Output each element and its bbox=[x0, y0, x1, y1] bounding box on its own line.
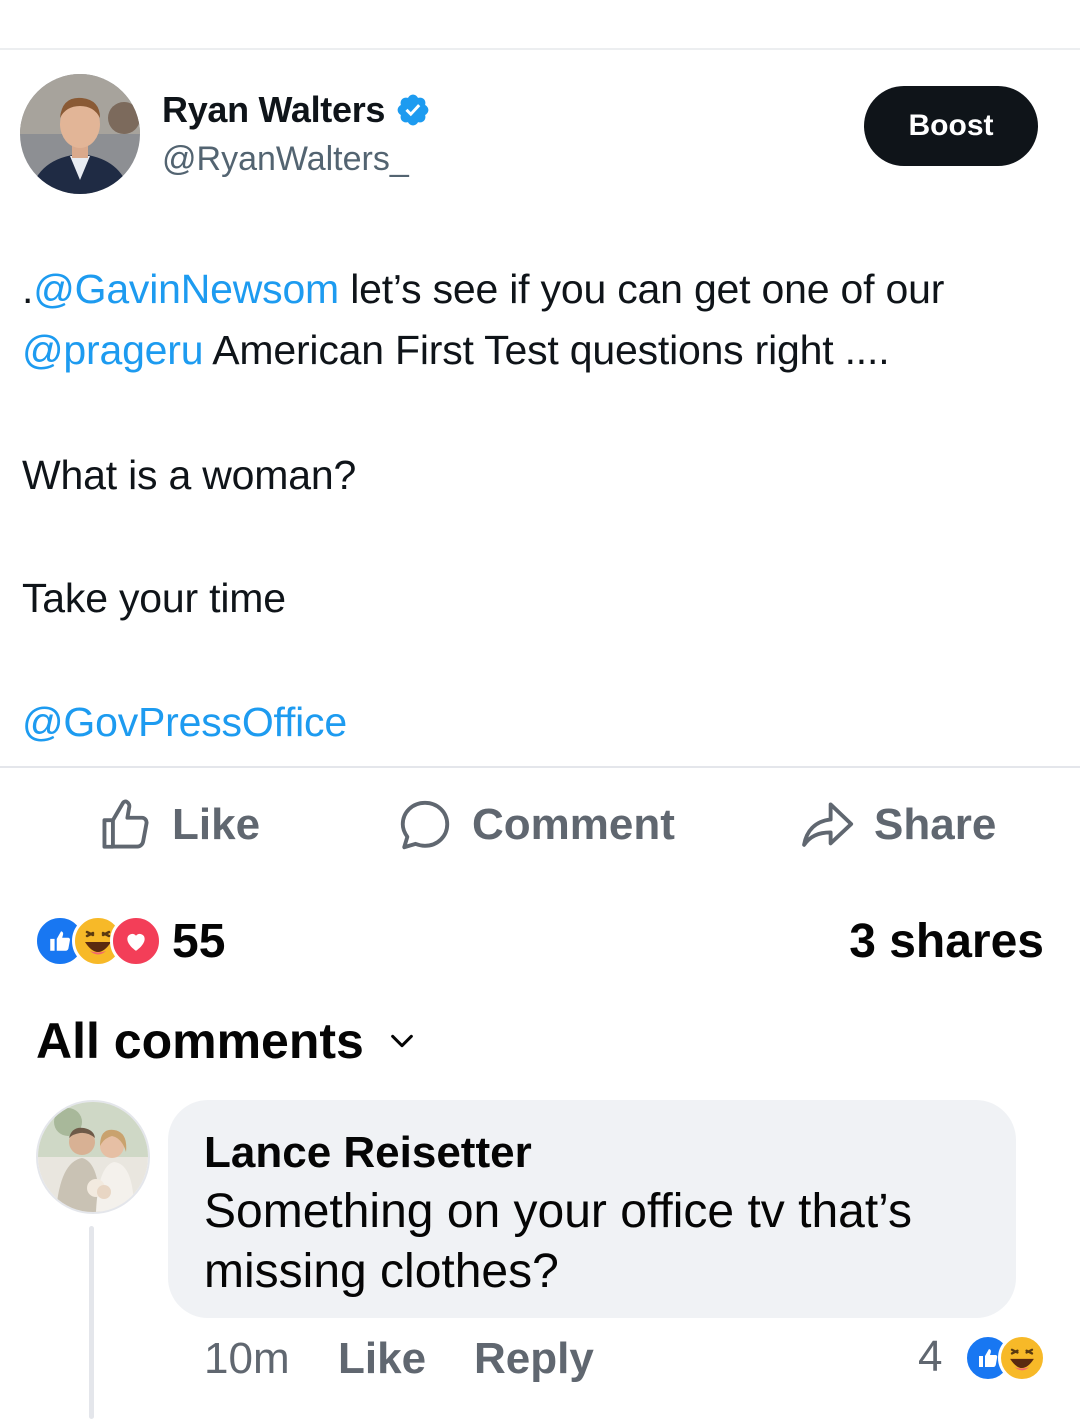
comment-text: Something on your office tv that’s missi… bbox=[204, 1185, 912, 1298]
mention-link-govpressoffice[interactable]: @GovPressOffice bbox=[22, 699, 347, 746]
author-handle[interactable]: @RyanWalters_ bbox=[162, 140, 409, 179]
author-name[interactable]: Ryan Walters bbox=[162, 89, 385, 131]
author-avatar[interactable] bbox=[20, 74, 140, 194]
comments-filter-dropdown[interactable]: All comments bbox=[36, 1012, 416, 1070]
share-label: Share bbox=[874, 800, 997, 849]
comment-reactions[interactable] bbox=[964, 1334, 1046, 1382]
haha-reaction-icon bbox=[998, 1334, 1046, 1382]
top-divider bbox=[0, 48, 1080, 50]
mention-link-gavinnewsom[interactable]: @GavinNewsom bbox=[33, 266, 339, 312]
shares-count[interactable]: 3 shares bbox=[849, 914, 1044, 969]
reaction-count: 55 bbox=[172, 914, 226, 968]
tweet-text-line-3: What is a woman? bbox=[22, 452, 357, 498]
chevron-down-icon bbox=[391, 1034, 413, 1048]
tweet-text-line-2: @prageru American First Test questions r… bbox=[22, 327, 890, 374]
comment-reply-button[interactable]: Reply bbox=[474, 1334, 594, 1384]
comments-filter-label: All comments bbox=[36, 1013, 364, 1069]
verified-badge-icon bbox=[397, 94, 429, 126]
tweet-text-line-4: Take your time bbox=[22, 575, 286, 621]
comment-like-button[interactable]: Like bbox=[338, 1334, 426, 1384]
comment-bubble-icon bbox=[400, 800, 450, 850]
post-divider bbox=[0, 766, 1080, 768]
commenter-avatar[interactable] bbox=[36, 1100, 150, 1214]
like-label: Like bbox=[172, 800, 261, 849]
boost-button[interactable]: Boost bbox=[864, 86, 1038, 166]
author-name-row: Ryan Walters bbox=[162, 88, 431, 132]
share-action-button[interactable]: Share bbox=[798, 794, 996, 856]
tweet-text-line-1: .@GavinNewsom let’s see if you can get o… bbox=[22, 266, 944, 313]
comment-action-button[interactable]: Comment bbox=[396, 794, 675, 856]
text-span: let’s see if you can get one of our bbox=[339, 266, 945, 312]
comment-reaction-count: 4 bbox=[918, 1332, 943, 1381]
text-span: American First Test questions right .... bbox=[203, 327, 890, 373]
share-arrow-icon bbox=[802, 802, 854, 847]
commenter-name[interactable]: Lance Reisetter bbox=[204, 1128, 532, 1178]
reactions-summary[interactable]: 55 bbox=[34, 914, 226, 968]
comment-label: Comment bbox=[472, 800, 675, 849]
mention-link-prageru[interactable]: @prageru bbox=[22, 327, 204, 373]
comment-timestamp: 10m bbox=[204, 1334, 290, 1383]
thread-line bbox=[89, 1226, 94, 1419]
love-reaction-icon bbox=[110, 915, 162, 967]
like-action-button[interactable]: Like bbox=[96, 794, 260, 856]
thumbs-up-icon bbox=[102, 799, 149, 849]
text-span: . bbox=[22, 266, 34, 312]
